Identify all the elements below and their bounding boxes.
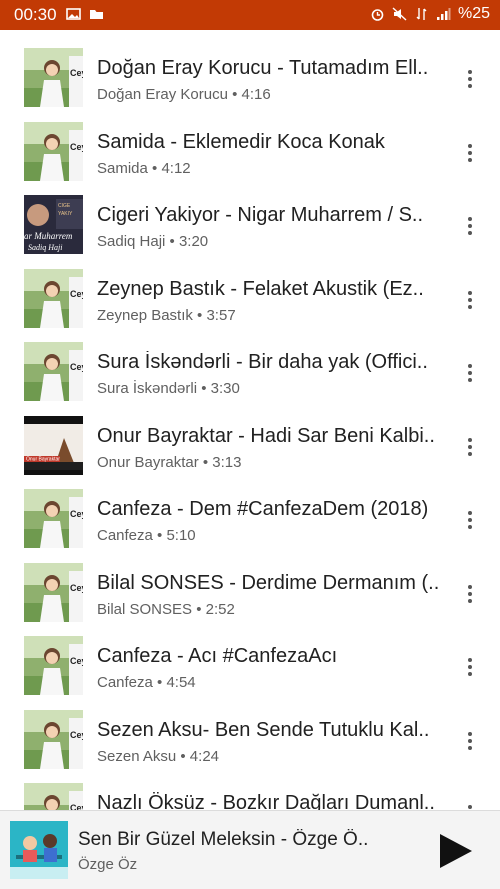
- video-thumbnail[interactable]: CIGE YAKIY ar Muharrem Sadiq Haji: [24, 195, 83, 254]
- thumbnail-image: CIGEYAKIYar MuharremSadiq Haji: [24, 195, 83, 254]
- mini-player-title[interactable]: Sen Bir Güzel Meleksin - Özge Ö..: [78, 829, 396, 851]
- svg-text:Ceyl: Ceyl: [70, 583, 83, 593]
- video-meta: Bilal SONSES • 2:52: [97, 600, 235, 618]
- mute-icon: [392, 7, 407, 21]
- gallery-icon: [66, 8, 81, 20]
- signal-icon: [436, 8, 451, 20]
- more-options-icon[interactable]: [458, 652, 482, 682]
- video-title[interactable]: Cigeri Yakiyor - Nigar Muharrem / S..: [97, 204, 449, 227]
- svg-text:Ceyl: Ceyl: [70, 509, 83, 519]
- video-list-item[interactable]: Onur Bayraktar Onur Bayraktar - Hadi Sar …: [0, 398, 500, 475]
- video-title[interactable]: Doğan Eray Korucu - Tutamadım Ell..: [97, 57, 449, 80]
- video-title[interactable]: Sezen Aksu- Ben Sende Tutuklu Kal..: [97, 719, 449, 742]
- video-meta: Sadiq Haji • 3:20: [97, 233, 209, 250]
- video-title[interactable]: Zeynep Bastık - Felaket Akustik (Ez..: [97, 278, 449, 301]
- play-icon[interactable]: [436, 831, 476, 871]
- video-thumbnail[interactable]: Ceyl: [24, 783, 83, 810]
- more-options-icon[interactable]: [458, 505, 482, 535]
- video-list-item[interactable]: Ceyl Sezen Aksu- Ben Sende Tutuklu Kal.. S…: [0, 692, 500, 769]
- svg-text:ar Muharrem: ar Muharrem: [24, 231, 73, 241]
- video-thumbnail[interactable]: Ceyl: [24, 268, 83, 328]
- video-list[interactable]: Ceyl Doğan Eray Korucu - Tutamadım Ell.. D…: [0, 30, 500, 810]
- more-options-icon[interactable]: [458, 799, 482, 810]
- more-options-icon[interactable]: [458, 579, 482, 609]
- video-meta: Canfeza • 4:54: [97, 674, 196, 691]
- svg-text:Ceyl: Ceyl: [70, 730, 83, 740]
- video-title[interactable]: Nazlı Öksüz - Bozkır Dağları Dumanl..: [97, 792, 449, 810]
- status-bar: 00:30 %25: [0, 0, 500, 30]
- svg-text:CIGE: CIGE: [58, 203, 71, 209]
- svg-text:Ceyl: Ceyl: [70, 362, 83, 372]
- mini-player-thumbnail[interactable]: [10, 821, 68, 879]
- video-thumbnail[interactable]: Ceyl: [24, 48, 83, 107]
- thumbnail-image: Ceyl: [24, 562, 83, 622]
- alarm-icon: [371, 9, 384, 21]
- video-title[interactable]: Sura İskəndərli - Bir daha yak (Offici..: [97, 351, 449, 374]
- video-meta: Sezen Aksu • 4:24: [97, 747, 219, 765]
- more-options-icon[interactable]: [458, 432, 482, 462]
- mini-player-channel: Özge Öz: [78, 856, 138, 873]
- video-thumbnail[interactable]: Ceyl: [24, 709, 83, 769]
- video-list-item[interactable]: Ceyl Samida - Eklemedir Koca Konak Samida …: [0, 104, 500, 181]
- mini-player[interactable]: Sen Bir Güzel Meleksin - Özge Ö.. Özge Ö…: [0, 810, 500, 889]
- status-system-icons: %25: [370, 5, 490, 23]
- video-thumbnail[interactable]: Ceyl: [24, 121, 83, 181]
- thumbnail-image: Ceyl: [24, 709, 83, 769]
- battery-percent: %25: [457, 5, 490, 22]
- video-meta: Onur Bayraktar • 3:13: [97, 453, 242, 471]
- thumbnail-image: Ceyl: [24, 48, 83, 107]
- thumbnail-image: Onur Bayraktar: [24, 415, 83, 475]
- status-time: 00:30: [14, 5, 57, 24]
- svg-text:Ceyl: Ceyl: [70, 142, 83, 152]
- svg-text:Ceyl: Ceyl: [70, 803, 83, 810]
- video-title[interactable]: Canfeza - Dem #CanfezaDem (2018): [97, 498, 449, 521]
- video-list-item[interactable]: Ceyl Canfeza - Acı #CanfezaAcı Canfeza • 4…: [0, 618, 500, 695]
- thumbnail-image: Ceyl: [24, 268, 83, 328]
- thumbnail-image: Ceyl: [24, 636, 83, 695]
- video-list-item[interactable]: Ceyl Canfeza - Dem #CanfezaDem (2018) Canf…: [0, 471, 500, 548]
- video-thumbnail[interactable]: Ceyl: [24, 342, 83, 401]
- video-list-item[interactable]: Ceyl Zeynep Bastık - Felaket Akustik (Ez.…: [0, 251, 500, 328]
- thumbnail-image: Ceyl: [24, 489, 83, 548]
- thumbnail-image: Ceyl: [24, 342, 83, 401]
- video-list-item[interactable]: Ceyl Sura İskəndərli - Bir daha yak (Offi…: [0, 324, 500, 401]
- more-options-icon[interactable]: [458, 358, 482, 388]
- video-thumbnail[interactable]: Ceyl: [24, 636, 83, 695]
- thumbnail-image: Ceyl: [24, 121, 83, 181]
- more-options-icon[interactable]: [458, 285, 482, 315]
- video-title[interactable]: Bilal SONSES - Derdime Dermanım (..: [97, 572, 449, 595]
- video-meta: Zeynep Bastık • 3:57: [97, 306, 236, 324]
- status-notification-icons: [66, 7, 104, 21]
- video-list-item[interactable]: Ceyl Nazlı Öksüz - Bozkır Dağları Dumanl.…: [0, 765, 500, 810]
- video-title[interactable]: Samida - Eklemedir Koca Konak: [97, 131, 449, 154]
- more-options-icon[interactable]: [458, 64, 482, 94]
- video-thumbnail[interactable]: Ceyl: [24, 489, 83, 548]
- video-list-item[interactable]: Ceyl Doğan Eray Korucu - Tutamadım Ell.. D…: [0, 30, 500, 107]
- video-meta: Canfeza • 5:10: [97, 527, 196, 544]
- folder-icon: [90, 10, 103, 19]
- more-options-icon[interactable]: [458, 138, 482, 168]
- data-transfer-icon: [416, 8, 427, 20]
- svg-text:Ceyl: Ceyl: [70, 68, 83, 78]
- video-list-item[interactable]: Ceyl Bilal SONSES - Derdime Dermanım (.. B…: [0, 545, 500, 622]
- video-thumbnail[interactable]: Ceyl: [24, 562, 83, 622]
- svg-text:Ceyl: Ceyl: [70, 289, 83, 299]
- video-meta: Sura İskəndərli • 3:30: [97, 380, 240, 397]
- video-thumbnail[interactable]: Onur Bayraktar: [24, 415, 83, 475]
- svg-text:Onur Bayraktar: Onur Bayraktar: [26, 456, 60, 462]
- video-title[interactable]: Onur Bayraktar - Hadi Sar Beni Kalbi..: [97, 425, 449, 448]
- video-meta: Samida • 4:12: [97, 159, 191, 177]
- more-options-icon[interactable]: [458, 211, 482, 241]
- svg-text:Ceyl: Ceyl: [70, 656, 83, 666]
- svg-text:YAKIY: YAKIY: [58, 211, 73, 217]
- video-title[interactable]: Canfeza - Acı #CanfezaAcı: [97, 645, 449, 668]
- more-options-icon[interactable]: [458, 726, 482, 756]
- video-list-item[interactable]: CIGE YAKIY ar Muharrem Sadiq Haji Cigeri Yak…: [0, 177, 500, 254]
- thumbnail-image: Ceyl: [24, 783, 83, 810]
- video-meta: Doğan Eray Korucu • 4:16: [97, 86, 271, 103]
